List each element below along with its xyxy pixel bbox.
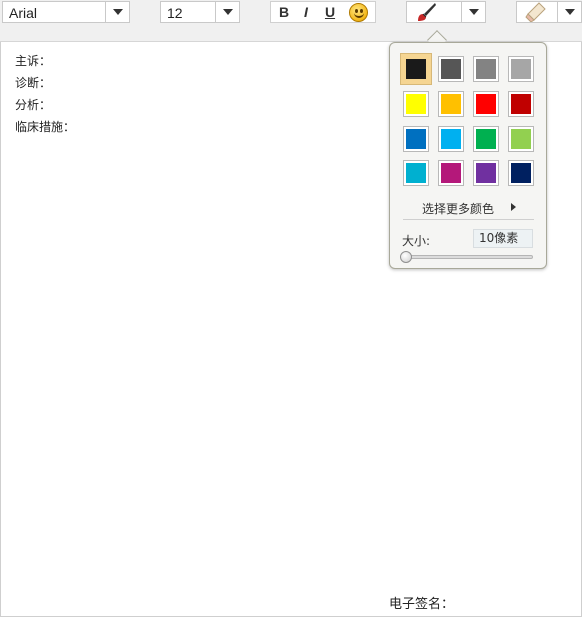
color-swatch[interactable] [473, 126, 499, 152]
color-chip [406, 59, 426, 79]
chevron-down-icon [469, 9, 479, 15]
size-slider-track[interactable] [402, 255, 533, 259]
brush-color-select[interactable] [406, 1, 486, 23]
paintbrush-icon[interactable] [415, 2, 437, 22]
smiley-emoji-icon[interactable] [349, 3, 368, 22]
color-swatch[interactable] [473, 160, 499, 186]
color-swatch[interactable] [400, 53, 432, 85]
field-analysis: 分析： [15, 98, 52, 112]
divider [403, 219, 534, 220]
font-family-select[interactable]: Arial [2, 1, 130, 23]
size-value-field[interactable]: 10像素 [473, 229, 533, 248]
color-swatch[interactable] [508, 126, 534, 152]
caret-right-icon[interactable] [511, 203, 516, 211]
color-chip [511, 163, 531, 183]
font-family-value: Arial [9, 5, 38, 21]
color-swatch[interactable] [438, 126, 464, 152]
color-chip [441, 163, 461, 183]
color-swatch[interactable] [403, 126, 429, 152]
font-family-dropdown-button[interactable] [105, 2, 129, 22]
color-chip [476, 59, 496, 79]
eraser-select[interactable] [516, 1, 582, 23]
chevron-down-icon [223, 9, 233, 15]
color-chip [406, 129, 426, 149]
color-chip [406, 163, 426, 183]
color-chip [441, 94, 461, 114]
color-chip [476, 94, 496, 114]
toolbar: Arial 12 B I U [0, 0, 582, 42]
color-swatch[interactable] [438, 56, 464, 82]
color-swatch[interactable] [473, 56, 499, 82]
color-swatch[interactable] [508, 91, 534, 117]
field-diagnosis: 诊断： [15, 76, 52, 90]
color-swatch[interactable] [508, 56, 534, 82]
text-format-group: B I U [270, 1, 376, 23]
color-swatch[interactable] [438, 91, 464, 117]
brush-dropdown-button[interactable] [461, 2, 485, 22]
chevron-down-icon [565, 9, 575, 15]
color-swatch[interactable] [403, 160, 429, 186]
color-chip [476, 163, 496, 183]
size-slider-handle[interactable] [400, 251, 412, 263]
color-chip [441, 59, 461, 79]
editor-app: Arial 12 B I U 主诉： 诊断： 分析： 临床措施： 电子签名： 选… [0, 0, 582, 617]
color-picker-popup: 选择更多颜色 大小: 10像素 [389, 42, 547, 269]
font-size-dropdown-button[interactable] [215, 2, 239, 22]
color-chip [511, 94, 531, 114]
color-chip [511, 129, 531, 149]
italic-button[interactable]: I [297, 3, 315, 21]
eraser-icon[interactable] [525, 2, 547, 23]
color-chip [476, 129, 496, 149]
color-swatch[interactable] [403, 91, 429, 117]
color-swatch[interactable] [508, 160, 534, 186]
color-chip [441, 129, 461, 149]
font-size-value: 12 [167, 5, 183, 21]
field-clinical-measures: 临床措施： [15, 120, 76, 134]
more-colors-button[interactable]: 选择更多颜色 [422, 200, 494, 217]
eraser-dropdown-button[interactable] [557, 2, 581, 22]
color-chip [406, 94, 426, 114]
field-chief-complaint: 主诉： [15, 54, 52, 68]
electronic-signature-label: 电子签名： [389, 597, 455, 612]
bold-button[interactable]: B [275, 3, 293, 21]
color-swatch[interactable] [438, 160, 464, 186]
size-label: 大小: [402, 234, 431, 248]
font-size-select[interactable]: 12 [160, 1, 240, 23]
chevron-down-icon [113, 9, 123, 15]
color-chip [511, 59, 531, 79]
color-swatch[interactable] [473, 91, 499, 117]
underline-button[interactable]: U [321, 3, 339, 21]
